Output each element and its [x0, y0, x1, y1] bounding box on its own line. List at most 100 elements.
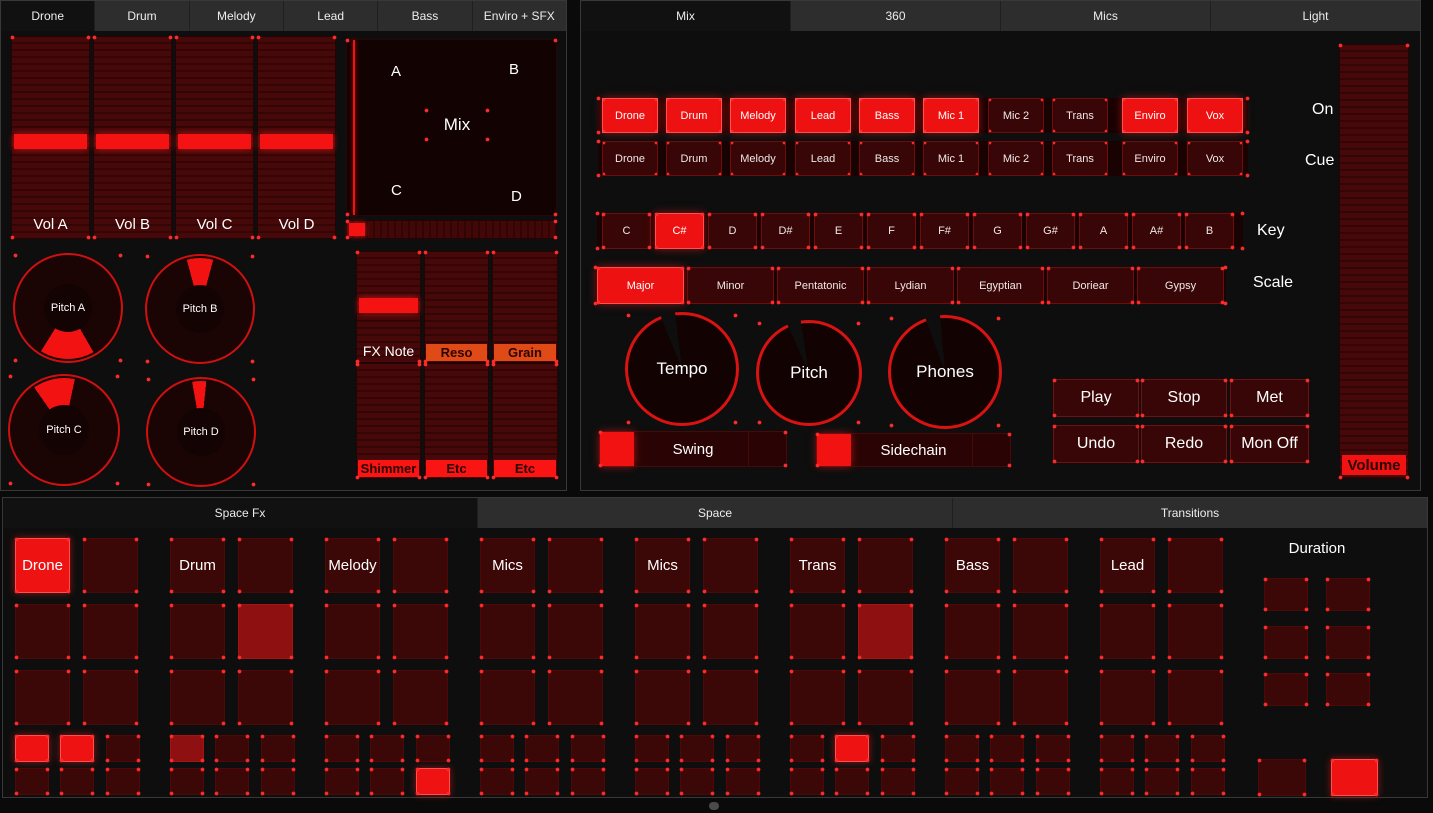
pad-mics-small-5[interactable] [724, 766, 762, 797]
pad-drum-small-2[interactable] [259, 733, 297, 764]
pad-trans-small-1[interactable] [833, 733, 871, 764]
pad-mics-small-5[interactable] [569, 766, 607, 797]
pad-mics-big-3[interactable] [701, 602, 760, 661]
pad-drum-small-4[interactable] [213, 766, 251, 797]
pad-mics-small-2[interactable] [724, 733, 762, 764]
key-dsharp[interactable]: D# [759, 211, 812, 251]
pad-trans-big-3[interactable] [856, 602, 915, 661]
pad-lead-small-1[interactable] [1143, 733, 1181, 764]
pad-drum-big-5[interactable] [236, 668, 295, 727]
track-bottom-trans[interactable]: Trans [1052, 141, 1108, 176]
left-tab-bass[interactable]: Bass [378, 1, 473, 31]
knob-phones[interactable]: Phones [887, 314, 1003, 430]
pad-drone-small-5[interactable] [104, 766, 142, 797]
pad-mics-big-0[interactable]: Mics [478, 536, 537, 595]
knob-pitch-d[interactable]: Pitch D [145, 376, 257, 488]
pad-lead-big-2[interactable] [1098, 602, 1157, 661]
pad-mics-big-4[interactable] [633, 668, 692, 727]
pad-drum-big-2[interactable] [168, 602, 227, 661]
knob-pitch-b[interactable]: Pitch B [144, 253, 256, 365]
fader-handle[interactable] [14, 134, 87, 149]
pad-trans-small-2[interactable] [879, 733, 917, 764]
vol-fader-vol-d[interactable]: Vol D [255, 34, 338, 241]
track-bottom-enviro[interactable]: Enviro [1122, 141, 1178, 176]
left-tab-drum[interactable]: Drum [95, 1, 190, 31]
pad-mics-big-5[interactable] [546, 668, 605, 727]
bottom-tab-space-fx[interactable]: Space Fx [3, 498, 478, 528]
redo-button[interactable]: Redo [1139, 423, 1229, 465]
mon-off-button[interactable]: Mon Off [1228, 423, 1311, 465]
pad-drum-big-0[interactable]: Drum [168, 536, 227, 595]
pad-melody-small-1[interactable] [368, 733, 406, 764]
key-gsharp[interactable]: G# [1024, 211, 1077, 251]
pad-lead-small-4[interactable] [1143, 766, 1181, 797]
pad-drum-big-1[interactable] [236, 536, 295, 595]
pad-mics-big-4[interactable] [478, 668, 537, 727]
pad-mics-small-4[interactable] [678, 766, 716, 797]
pad-mics-big-1[interactable] [701, 536, 760, 595]
fader-handle[interactable] [260, 134, 333, 149]
vol-fader-vol-a[interactable]: Vol A [9, 34, 92, 241]
pad-drone-small-0[interactable] [13, 733, 51, 764]
track-top-lead[interactable]: Lead [795, 98, 851, 133]
duration-pad-5[interactable] [1324, 671, 1372, 708]
track-bottom-drone[interactable]: Drone [602, 141, 658, 176]
fx-fader-grain-2[interactable]: Grain [490, 249, 560, 365]
xy-pad[interactable]: A B C D Mix [344, 37, 559, 218]
pad-mics-small-2[interactable] [569, 733, 607, 764]
pad-mics-small-3[interactable] [478, 766, 516, 797]
duration-pad-4[interactable] [1262, 671, 1310, 708]
pad-melody-big-1[interactable] [391, 536, 450, 595]
pad-bass-big-0[interactable]: Bass [943, 536, 1002, 595]
vol-fader-vol-c[interactable]: Vol C [173, 34, 256, 241]
fader-handle[interactable] [96, 134, 169, 149]
pad-melody-big-0[interactable]: Melody [323, 536, 382, 595]
scale-egyptian[interactable]: Egyptian [955, 265, 1046, 306]
knob-pitch-c[interactable]: Pitch C [7, 373, 121, 487]
met-button[interactable]: Met [1228, 377, 1311, 419]
pad-melody-big-3[interactable] [391, 602, 450, 661]
scale-major[interactable]: Major [595, 265, 686, 306]
toggle-sidechain[interactable]: Sidechain [814, 431, 1013, 469]
key-b[interactable]: B [1183, 211, 1236, 251]
fader-handle[interactable] [349, 223, 365, 236]
pad-lead-big-1[interactable] [1166, 536, 1225, 595]
pad-bass-small-4[interactable] [988, 766, 1026, 797]
pad-mics-small-1[interactable] [523, 733, 561, 764]
pad-bass-big-4[interactable] [943, 668, 1002, 727]
pad-trans-big-4[interactable] [788, 668, 847, 727]
right-tab-light[interactable]: Light [1211, 1, 1420, 31]
fader-handle[interactable] [178, 134, 251, 149]
track-top-mic-2[interactable]: Mic 2 [988, 98, 1044, 133]
pad-mics-big-5[interactable] [701, 668, 760, 727]
pad-melody-small-0[interactable] [323, 733, 361, 764]
page-indicator-dot[interactable] [709, 802, 719, 810]
pad-melody-small-5[interactable] [414, 766, 452, 797]
pad-lead-big-3[interactable] [1166, 602, 1225, 661]
pad-lead-small-0[interactable] [1098, 733, 1136, 764]
pad-lead-big-4[interactable] [1098, 668, 1157, 727]
pad-mics-small-1[interactable] [678, 733, 716, 764]
left-tab-drone[interactable]: Drone [1, 1, 96, 31]
track-bottom-bass[interactable]: Bass [859, 141, 915, 176]
bottom-tab-transitions[interactable]: Transitions [953, 498, 1427, 528]
pad-trans-big-0[interactable]: Trans [788, 536, 847, 595]
track-top-drum[interactable]: Drum [666, 98, 722, 133]
pad-trans-big-5[interactable] [856, 668, 915, 727]
knob-pitch-a[interactable]: Pitch A [12, 252, 124, 364]
xy-cursor[interactable] [353, 40, 355, 215]
pad-melody-big-2[interactable] [323, 602, 382, 661]
track-top-mic-1[interactable]: Mic 1 [923, 98, 979, 133]
xy-horizontal-fader[interactable] [344, 218, 559, 241]
duration-pad-1[interactable] [1324, 576, 1372, 613]
fx-fader-etc-5[interactable]: Etc [490, 361, 560, 481]
key-f[interactable]: F [865, 211, 918, 251]
scale-lydian[interactable]: Lydian [865, 265, 956, 306]
left-tab-enviro-sfx[interactable]: Enviro + SFX [473, 1, 566, 31]
track-top-melody[interactable]: Melody [730, 98, 786, 133]
pad-drone-small-2[interactable] [104, 733, 142, 764]
duration-pad-3[interactable] [1324, 624, 1372, 661]
pad-lead-big-5[interactable] [1166, 668, 1225, 727]
scale-gypsy[interactable]: Gypsy [1135, 265, 1226, 306]
pad-drum-big-4[interactable] [168, 668, 227, 727]
